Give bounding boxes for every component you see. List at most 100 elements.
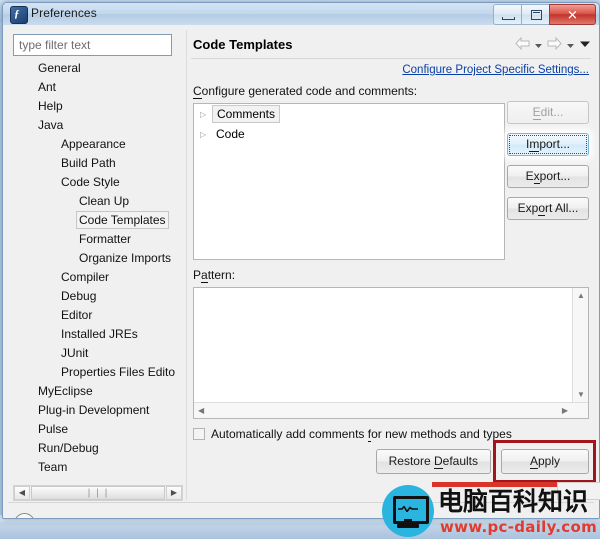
expand-triangle-icon[interactable]: ▷ (200, 125, 212, 145)
sidebar-item-code-templates[interactable]: Code Templates (13, 211, 183, 230)
close-button[interactable]: ✕ (549, 4, 596, 25)
sidebar-item-label: Pulse (38, 422, 69, 436)
maximize-button[interactable] (521, 4, 549, 25)
minimize-button[interactable] (493, 4, 521, 25)
sidebar-item-code-style[interactable]: Code Style (13, 173, 183, 192)
sidebar-item-ant[interactable]: Ant (13, 78, 183, 97)
pattern-vertical-scrollbar[interactable]: ▲ ▼ (572, 288, 588, 403)
scrollbar-thumb[interactable]: ❘❘❘ (31, 486, 165, 500)
sidebar-item-label: Ant (38, 80, 57, 94)
edit-mnemonic: E (532, 105, 541, 120)
templates-tree[interactable]: ▷ Comments ▷ Code (193, 103, 505, 260)
panel-divider (186, 30, 187, 500)
filter-input[interactable]: type filter text (13, 34, 172, 56)
sidebar-item-label: Clean Up (79, 194, 130, 208)
sidebar-item-compiler[interactable]: Compiler (13, 268, 183, 287)
sidebar-item-run-debug[interactable]: Run/Debug (13, 439, 183, 458)
back-dropdown-icon[interactable] (534, 39, 543, 48)
sidebar-item-java[interactable]: Java (13, 116, 183, 135)
scroll-left-icon[interactable]: ◀ (198, 407, 204, 415)
import-mnemonic: m (529, 137, 540, 152)
sidebar-item-organize-imports[interactable]: Organize Imports (13, 249, 183, 268)
apply-label-rest: pply (538, 454, 561, 468)
sidebar-item-label: JUnit (61, 346, 89, 360)
export-label-rest: port... (539, 169, 571, 183)
sidebar-item-junit[interactable]: JUnit (13, 344, 183, 363)
sidebar-item-label: Team (38, 460, 68, 474)
sidebar-item-clean-up[interactable]: Clean Up (13, 192, 183, 211)
monitor-base (397, 524, 419, 528)
sidebar-item-help[interactable]: Help (13, 97, 183, 116)
auto-comments-label: Automatically add comments for new metho… (211, 427, 512, 442)
sidebar-item-appearance[interactable]: Appearance (13, 135, 183, 154)
forward-dropdown-icon[interactable] (566, 39, 575, 48)
export-all-label-pre: Exp (517, 201, 539, 215)
tree-row-comments[interactable]: ▷ Comments (194, 104, 504, 124)
configure-project-specific-settings-link[interactable]: Configure Project Specific Settings... (402, 64, 589, 76)
pattern-textarea[interactable]: ▲ ▼ ◀ ▶ (193, 287, 589, 419)
sidebar-item-label: Code Templates (76, 211, 169, 229)
restore-defaults-button[interactable]: Restore Defaults (375, 449, 491, 474)
preferences-tree[interactable]: General Ant Help Java Appearance Build P… (13, 59, 183, 477)
right-arrow-icon: ▶ (170, 488, 178, 497)
scroll-left-button[interactable]: ◀ (14, 486, 30, 500)
sidebar-item-debug[interactable]: Debug (13, 287, 183, 306)
sidebar-item-label: Build Path (61, 156, 116, 170)
sidebar-item-label: Installed JREs (61, 327, 138, 341)
sidebar-item-general[interactable]: General (13, 59, 183, 78)
expand-triangle-icon[interactable]: ▷ (200, 105, 212, 125)
sidebar-item-label: Compiler (61, 270, 110, 284)
sidebar-item-build-path[interactable]: Build Path (13, 154, 183, 173)
pattern-horizontal-scrollbar[interactable]: ◀ ▶ (194, 402, 588, 418)
help-button[interactable]: ? (14, 513, 35, 518)
scroll-right-icon[interactable]: ▶ (562, 407, 568, 415)
import-button[interactable]: Import... (507, 133, 589, 156)
sidebar-item-pulse[interactable]: Pulse (13, 420, 183, 439)
export-all-button[interactable]: Export All... (507, 197, 589, 220)
view-menu-icon[interactable] (579, 38, 591, 50)
title-bar[interactable]: ƒ Preferences ✕ (3, 3, 599, 26)
sidebar-horizontal-scrollbar[interactable]: ◀ ❘❘❘ ▶ (13, 485, 183, 501)
grip-icon: ❘❘❘ (85, 487, 111, 498)
sidebar-item-label: Organize Imports (79, 251, 172, 265)
panel-nav-buttons (515, 36, 591, 51)
sidebar-item-label: Java (38, 118, 64, 132)
watermark: 电脑百科知识 www.pc-daily.com (382, 482, 600, 539)
apply-button[interactable]: Apply (501, 449, 589, 474)
sidebar-item-team[interactable]: Team (13, 458, 183, 477)
sidebar-item-label: Debug (61, 289, 97, 303)
pattern-label-rest: ttern: (207, 268, 236, 282)
scroll-right-button[interactable]: ▶ (166, 486, 182, 500)
auto-comments-checkbox[interactable] (193, 428, 205, 440)
scroll-down-icon[interactable]: ▼ (577, 391, 585, 399)
export-button[interactable]: Export... (507, 165, 589, 188)
sidebar-item-label: General (38, 61, 81, 75)
tree-row-code[interactable]: ▷ Code (194, 124, 504, 144)
dialog-body: type filter text General Ant Help Java A… (3, 25, 599, 518)
sidebar-item-properties-files-editor[interactable]: Properties Files Edito (13, 363, 183, 382)
sidebar-item-label: Formatter (79, 232, 132, 246)
scroll-up-icon[interactable]: ▲ (577, 292, 585, 300)
back-arrow-icon[interactable] (515, 36, 530, 51)
sidebar-item-formatter[interactable]: Formatter (13, 230, 183, 249)
watermark-url: www.pc-daily.com (440, 518, 598, 536)
sidebar-item-label: Plug-in Development (38, 403, 150, 417)
code-templates-panel: Code Templates Configure Project Specifi… (191, 31, 596, 501)
auto-comments-label-pre: Automatically add comments (211, 427, 368, 441)
sidebar-item-plugin-development[interactable]: Plug-in Development (13, 401, 183, 420)
watermark-site-name: 电脑百科知识 (438, 487, 589, 516)
page-title: Code Templates (193, 37, 293, 52)
sidebar-item-label: Code Style (61, 175, 120, 189)
sidebar-item-myeclipse[interactable]: MyEclipse (13, 382, 183, 401)
forward-arrow-icon[interactable] (547, 36, 562, 51)
tree-row-label: Code (216, 127, 245, 141)
restore-defaults-mnemonic: D (433, 454, 443, 469)
window-title: Preferences (31, 6, 97, 20)
configure-mnemonic: C (193, 84, 202, 99)
auto-comments-checkbox-row[interactable]: Automatically add comments for new metho… (193, 427, 512, 442)
sidebar-item-label: Appearance (61, 137, 126, 151)
sidebar-item-installed-jres[interactable]: Installed JREs (13, 325, 183, 344)
restore-defaults-label-pre: Restore (388, 454, 434, 468)
sidebar-item-editor[interactable]: Editor (13, 306, 183, 325)
edit-button[interactable]: Edit... (507, 101, 589, 124)
